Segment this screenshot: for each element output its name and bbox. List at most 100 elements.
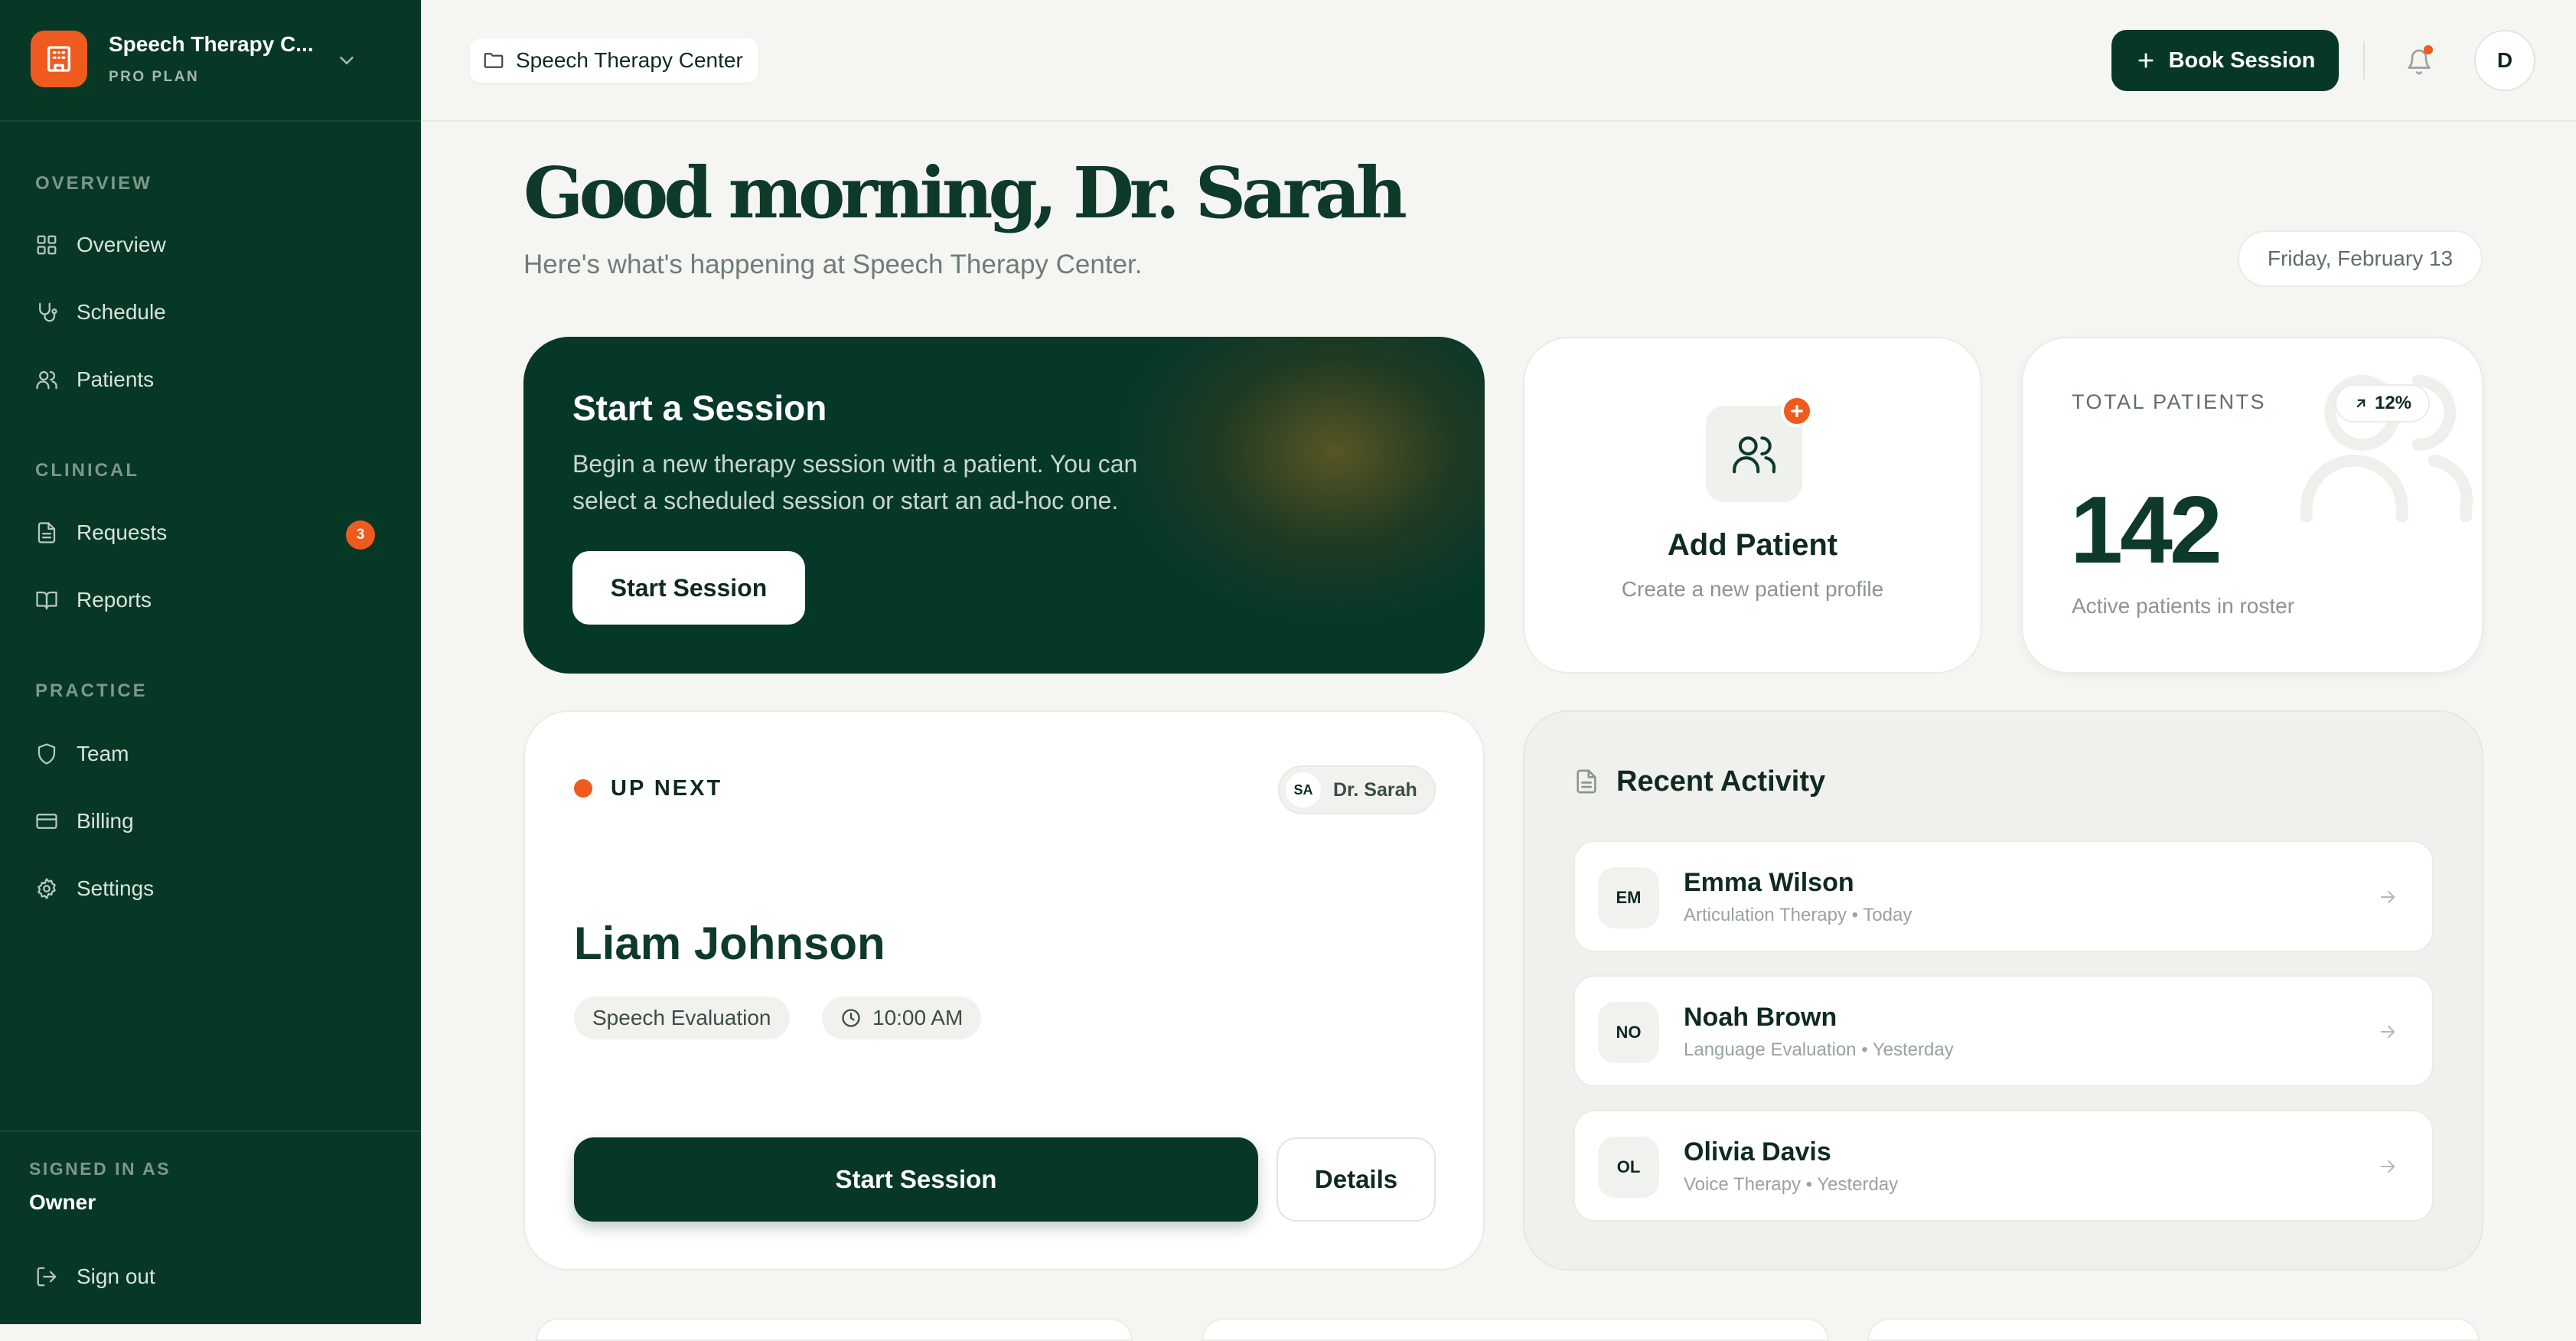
shield-icon — [35, 742, 58, 765]
activity-meta: Voice Therapy • Yesterday — [1684, 1174, 1899, 1195]
breadcrumb[interactable]: Speech Therapy Center — [470, 38, 758, 83]
arrow-right-icon — [2377, 1021, 2398, 1042]
clock-icon — [840, 1007, 862, 1029]
therapist-chip: SA Dr. Sarah — [1278, 765, 1436, 814]
sign-out-button[interactable]: Sign out — [17, 1249, 383, 1303]
date-pill: Friday, February 13 — [2238, 230, 2483, 287]
sidebar-item-reports[interactable]: Reports — [17, 573, 383, 626]
chevron-down-icon[interactable] — [335, 49, 358, 72]
therapist-avatar: SA — [1286, 772, 1321, 808]
sidebar-item-requests[interactable]: Requests 3 — [17, 505, 383, 559]
up-next-label: UP NEXT — [611, 776, 723, 801]
sign-out-label: Sign out — [77, 1264, 155, 1288]
peek-card — [1867, 1318, 2480, 1341]
sidebar-item-patients[interactable]: Patients — [17, 352, 383, 406]
add-patient-subtitle: Create a new patient profile — [1621, 577, 1884, 601]
arrow-up-right-icon — [2353, 396, 2369, 411]
start-session-description: Begin a new therapy session with a patie… — [572, 450, 1138, 514]
activity-name: Olivia Davis — [1684, 1137, 1831, 1166]
header-separator — [2363, 41, 2365, 80]
therapist-name: Dr. Sarah — [1333, 778, 1417, 801]
sidebar-item-label: Settings — [77, 876, 155, 900]
sidebar-item-billing[interactable]: Billing — [17, 794, 383, 847]
sidebar-item-settings[interactable]: Settings — [17, 861, 383, 915]
users-icon — [1730, 430, 1778, 478]
file-text-icon — [1573, 768, 1599, 794]
sidebar-item-overview[interactable]: Overview — [17, 217, 383, 271]
arrow-right-icon — [2377, 886, 2398, 908]
start-session-button[interactable]: Start Session — [574, 1137, 1258, 1222]
sidebar-item-label: Requests — [77, 520, 168, 544]
session-time-chip: 10:00 AM — [822, 997, 982, 1039]
status-dot — [574, 779, 592, 798]
sidebar-item-schedule[interactable]: Schedule — [17, 285, 383, 338]
patient-name: Liam Johnson — [574, 918, 885, 969]
activity-avatar: EM — [1598, 867, 1659, 928]
peek-card — [1202, 1318, 1829, 1341]
activity-meta: Language Evaluation • Yesterday — [1684, 1039, 1954, 1060]
page-title: Good morning, Dr. Sarah — [523, 152, 1407, 234]
trend-value: 12% — [2374, 393, 2412, 413]
plus-icon — [1781, 395, 1813, 427]
activity-row[interactable]: NO Noah Brown Language Evaluation • Yest… — [1573, 975, 2434, 1087]
user-avatar[interactable]: D — [2474, 30, 2535, 91]
recent-activity-card: Recent Activity EM Emma Wilson Articulat… — [1523, 710, 2483, 1271]
file-text-icon — [35, 521, 58, 544]
activity-name: Emma Wilson — [1684, 868, 1854, 897]
recent-activity-title: Recent Activity — [1616, 765, 1826, 798]
add-patient-icon-box — [1706, 395, 1813, 502]
total-patients-label: TOTAL PATIENTS — [2072, 390, 2267, 413]
sidebar: Speech Therapy C... PRO PLAN OVERVIEW Ov… — [0, 0, 421, 1324]
sidebar-item-label: Team — [77, 742, 129, 765]
plus-icon — [2135, 50, 2157, 71]
up-next-card: UP NEXT SA Dr. Sarah Liam Johnson Speech… — [523, 710, 1485, 1271]
book-session-button[interactable]: Book Session — [2111, 30, 2339, 91]
total-patients-subtitle: Active patients in roster — [2072, 594, 2295, 618]
sidebar-item-label: Reports — [77, 588, 152, 612]
add-patient-card[interactable]: Add Patient Create a new patient profile — [1523, 337, 1982, 674]
start-session-card: Start a Session Begin a new therapy sess… — [523, 337, 1485, 674]
session-type-chip: Speech Evaluation — [574, 997, 790, 1039]
header-divider — [421, 120, 2576, 122]
sidebar-item-label: Patients — [77, 367, 155, 391]
trend-badge: 12% — [2335, 384, 2430, 423]
activity-avatar: OL — [1598, 1137, 1659, 1198]
total-patients-card: TOTAL PATIENTS 12% 142 Active patients i… — [2021, 337, 2483, 674]
add-patient-title: Add Patient — [1667, 528, 1838, 562]
grid-icon — [35, 233, 58, 256]
start-session-button[interactable]: Start Session — [572, 551, 805, 625]
notification-dot — [2424, 45, 2433, 54]
credit-card-icon — [35, 810, 58, 833]
start-session-title: Start a Session — [572, 388, 827, 428]
peek-card — [536, 1318, 1133, 1341]
session-time: 10:00 AM — [872, 1006, 964, 1029]
sidebar-section-practice: PRACTICE — [35, 680, 148, 701]
sidebar-divider — [0, 120, 421, 122]
building-icon[interactable] — [31, 31, 87, 87]
page-subtitle: Here's what's happening at Speech Therap… — [523, 250, 1143, 279]
gear-icon — [35, 877, 58, 900]
sidebar-item-label: Overview — [77, 233, 166, 256]
sidebar-item-label: Billing — [77, 809, 134, 833]
folder-icon — [482, 49, 505, 72]
activity-row[interactable]: OL Olivia Davis Voice Therapy • Yesterda… — [1573, 1110, 2434, 1222]
activity-row[interactable]: EM Emma Wilson Articulation Therapy • To… — [1573, 840, 2434, 952]
users-watermark-icon — [2291, 349, 2482, 540]
sidebar-section-overview: OVERVIEW — [35, 173, 152, 194]
activity-name: Noah Brown — [1684, 1003, 1837, 1032]
sidebar-divider — [0, 1131, 421, 1132]
requests-badge: 3 — [346, 520, 375, 550]
breadcrumb-label: Speech Therapy Center — [516, 48, 743, 72]
sidebar-section-clinical: CLINICAL — [35, 460, 139, 481]
stethoscope-icon — [35, 301, 58, 324]
sidebar-item-label: Schedule — [77, 300, 166, 324]
signed-in-role: Owner — [29, 1190, 96, 1214]
users-icon — [35, 368, 58, 391]
brand-name[interactable]: Speech Therapy C... — [109, 32, 314, 57]
notifications-button[interactable] — [2399, 42, 2439, 82]
sidebar-item-team[interactable]: Team — [17, 726, 383, 780]
log-out-icon — [35, 1265, 58, 1288]
total-patients-value: 142 — [2070, 478, 2222, 583]
book-open-icon — [35, 589, 58, 612]
details-button[interactable]: Details — [1277, 1137, 1436, 1222]
